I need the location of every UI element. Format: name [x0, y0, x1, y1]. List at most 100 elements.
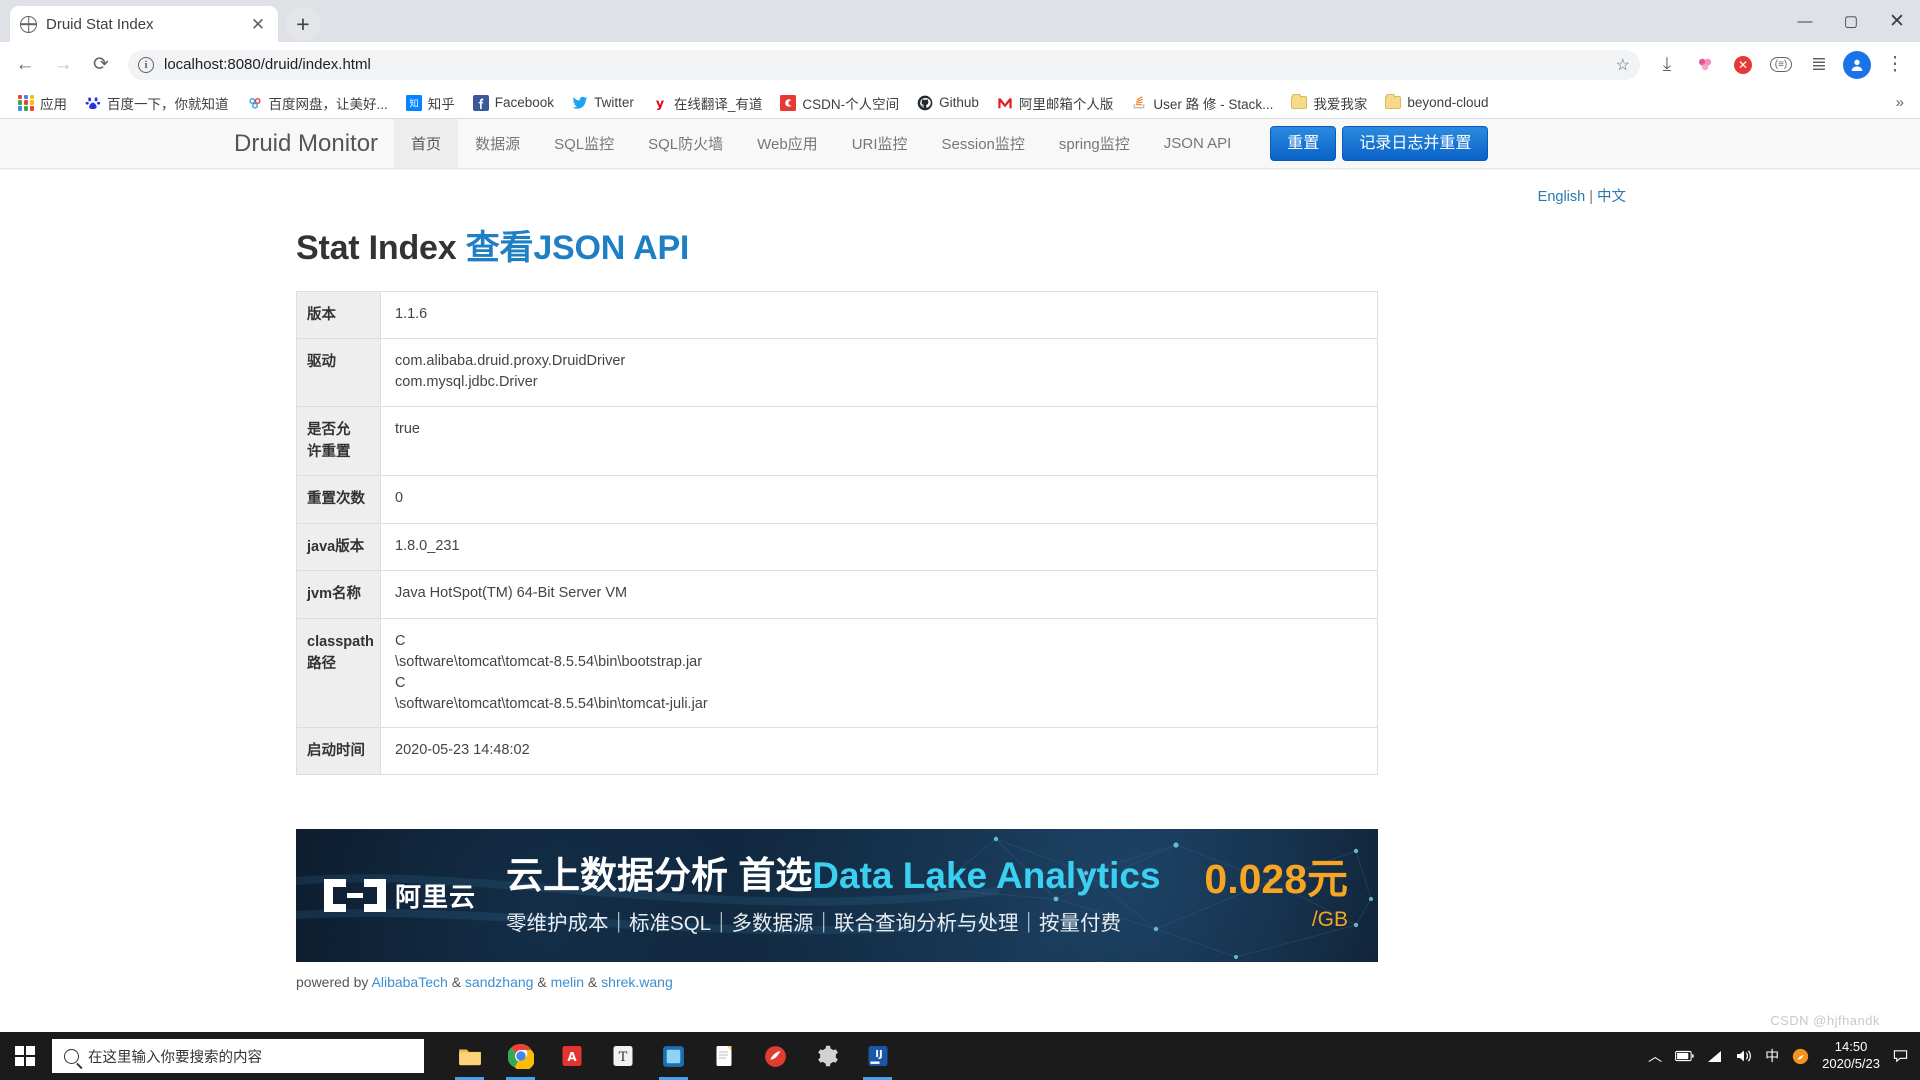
brand-title[interactable]: Druid Monitor: [200, 119, 394, 168]
log-and-reset-button[interactable]: 记录日志并重置: [1342, 125, 1489, 162]
bookmark-label: 知乎: [427, 96, 455, 112]
tray-chevron-icon[interactable]: ︿: [1648, 1046, 1662, 1066]
search-icon: [64, 1048, 79, 1064]
credit-link-sandzhang[interactable]: sandzhang: [465, 974, 534, 990]
footer-credits: powered by AlibabaTech & sandzhang & mel…: [296, 974, 1378, 990]
apps-grid-icon: [18, 94, 34, 111]
credit-link-alibabatech[interactable]: AlibabaTech: [372, 974, 448, 990]
tab-strip: Druid Stat Index ✕ + — ▢ ✕: [0, 0, 1920, 42]
svg-text:IJ: IJ: [875, 1049, 882, 1060]
ime-indicator[interactable]: 中: [1765, 1046, 1779, 1066]
battery-icon[interactable]: [1675, 1050, 1694, 1062]
bookmark-label: CSDN-个人空间: [802, 96, 900, 112]
nav-item-json-api[interactable]: JSON API: [1147, 119, 1249, 168]
bookmark-twitter[interactable]: Twitter: [564, 92, 642, 114]
typora-icon[interactable]: T: [599, 1032, 646, 1080]
url-text: localhost:8080/druid/index.html: [164, 56, 371, 73]
bookmark-aliyun-mail[interactable]: 阿里邮箱个人版: [989, 90, 1122, 116]
extension-blocked-icon[interactable]: ✕: [1726, 48, 1760, 82]
alibaba-cloud-logo: 阿里云: [324, 877, 476, 914]
bookmark-csdn[interactable]: CSDN-个人空间: [772, 90, 907, 116]
idea-icon[interactable]: IJ: [854, 1032, 901, 1080]
notepad-icon[interactable]: [701, 1032, 748, 1080]
acrobat-reader-icon[interactable]: A: [548, 1032, 595, 1080]
reload-icon[interactable]: ⟳: [84, 48, 118, 82]
view-json-api-link[interactable]: 查看JSON API: [466, 229, 690, 267]
download-icon[interactable]: ⤓: [1650, 48, 1684, 82]
system-tray: ︿ 中 14:50 2020/5/23: [1648, 1039, 1920, 1073]
lang-chinese-link[interactable]: 中文: [1597, 189, 1626, 205]
nav-item-home[interactable]: 首页: [394, 119, 459, 168]
sogou-icon[interactable]: [1792, 1048, 1809, 1065]
bookmark-facebook[interactable]: Facebook: [465, 92, 562, 114]
bookmark-label: Facebook: [494, 95, 555, 110]
bookmark-label: 阿里邮箱个人版: [1018, 96, 1114, 112]
bookmark-stackoverflow[interactable]: User 路 修 - Stack...: [1123, 90, 1281, 116]
row-label-classpath: classpath路径: [296, 618, 381, 728]
svg-text:T: T: [618, 1050, 627, 1065]
address-bar[interactable]: i localhost:8080/druid/index.html ☆: [128, 49, 1640, 80]
minimize-button[interactable]: —: [1782, 0, 1828, 42]
credit-link-melin[interactable]: melin: [551, 974, 584, 990]
back-icon[interactable]: ←: [8, 48, 42, 82]
new-tab-button[interactable]: +: [286, 7, 320, 41]
bookmarks-overflow-icon[interactable]: »: [1890, 94, 1910, 111]
twitter-icon: [572, 96, 588, 109]
taskbar-search-input[interactable]: 在这里输入你要搜索的内容: [52, 1039, 424, 1073]
bookmark-folder-woaiwojia[interactable]: 我爱我家: [1283, 90, 1375, 116]
extension-pill-icon[interactable]: (≡): [1764, 48, 1798, 82]
row-value-start-time: 2020-05-23 14:48:02: [381, 727, 1378, 774]
nav-item-spring-monitor[interactable]: spring监控: [1042, 119, 1147, 168]
bookmark-baidu-pan[interactable]: 百度网盘，让美好...: [239, 90, 396, 116]
reading-list-icon[interactable]: ≣: [1802, 48, 1836, 82]
bookmark-star-icon[interactable]: ☆: [1616, 55, 1630, 75]
navicat-icon[interactable]: [752, 1032, 799, 1080]
credit-link-shrek-wang[interactable]: shrek.wang: [601, 974, 673, 990]
browser-tab[interactable]: Druid Stat Index ✕: [10, 6, 278, 42]
bookmark-zhihu[interactable]: 知 知乎: [398, 90, 463, 116]
nav-item-session-monitor[interactable]: Session监控: [925, 119, 1042, 168]
banner-headline: 云上数据分析 首选Data Lake Analytics: [506, 855, 1161, 897]
nav-item-sql-monitor[interactable]: SQL监控: [537, 119, 631, 168]
bookmark-baidu[interactable]: 百度一下，你就知道: [77, 90, 237, 116]
notification-center-icon[interactable]: [1893, 1049, 1908, 1063]
site-info-icon[interactable]: i: [138, 56, 154, 73]
bookmark-youdao[interactable]: y 在线翻译_有道: [644, 90, 771, 116]
window-close-button[interactable]: ✕: [1874, 0, 1920, 42]
bookmark-github[interactable]: Github: [909, 92, 987, 114]
extension-pink-icon[interactable]: [1688, 48, 1722, 82]
credit-separator: &: [451, 974, 462, 991]
nav-item-sql-firewall[interactable]: SQL防火墙: [631, 119, 740, 168]
reset-button[interactable]: 重置: [1270, 125, 1337, 162]
bookmark-folder-beyond-cloud[interactable]: beyond-cloud: [1377, 92, 1496, 113]
volume-icon[interactable]: [1736, 1049, 1752, 1063]
windows-taskbar: 在这里输入你要搜索的内容 A T IJ ︿ 中 14:50 2020/5/23: [0, 1032, 1920, 1080]
start-button[interactable]: [0, 1032, 50, 1080]
lang-separator: |: [1589, 189, 1593, 205]
avatar[interactable]: [1840, 48, 1874, 82]
forward-icon[interactable]: →: [46, 48, 80, 82]
close-icon[interactable]: ✕: [248, 14, 268, 34]
row-value-driver: com.alibaba.druid.proxy.DruidDriver com.…: [381, 339, 1378, 406]
lang-english-link[interactable]: English: [1538, 189, 1586, 205]
wifi-icon[interactable]: [1707, 1050, 1723, 1063]
bookmark-apps[interactable]: 应用: [10, 90, 75, 116]
row-label-version: 版本: [296, 291, 381, 339]
content-container: English | 中文 Stat Index 查看JSON API 版本 1.1.…: [294, 169, 1626, 990]
stackoverflow-icon: [1131, 94, 1148, 111]
nav-item-uri-monitor[interactable]: URI监控: [835, 119, 925, 168]
maximize-button[interactable]: ▢: [1828, 0, 1874, 42]
menu-icon[interactable]: ⋮: [1878, 48, 1912, 82]
alibaba-cloud-banner[interactable]: 阿里云 云上数据分析 首选Data Lake Analytics 零维护成本｜标…: [296, 829, 1378, 963]
vmware-icon[interactable]: [650, 1032, 697, 1080]
nav-item-datasource[interactable]: 数据源: [458, 119, 537, 168]
nav-item-web-app[interactable]: Web应用: [740, 119, 835, 168]
stat-index-table: 版本 1.1.6 驱动 com.alibaba.druid.proxy.Drui…: [296, 291, 1378, 776]
taskbar-clock[interactable]: 14:50 2020/5/23: [1822, 1039, 1880, 1073]
chrome-icon[interactable]: [497, 1032, 544, 1080]
powered-by-label: powered by: [296, 974, 369, 991]
value-line: com.mysql.jdbc.Driver: [395, 374, 538, 391]
file-explorer-icon[interactable]: [446, 1032, 493, 1080]
bookmarks-bar: 应用 百度一下，你就知道 百度网盘，让美好... 知 知乎 Facebook T…: [0, 87, 1920, 119]
settings-icon[interactable]: [803, 1032, 850, 1080]
